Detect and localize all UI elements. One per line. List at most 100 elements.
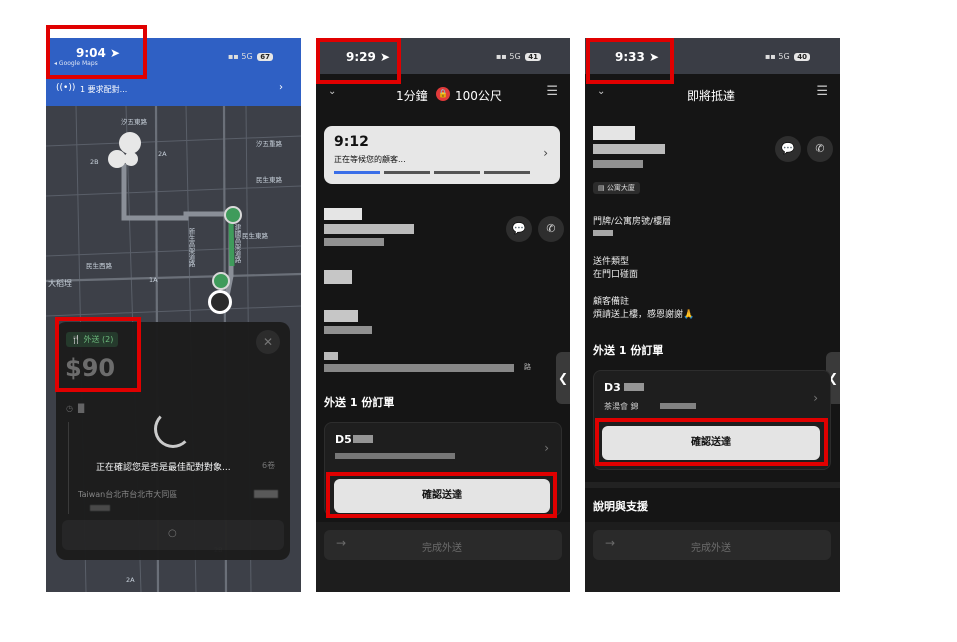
network-label: 5G bbox=[778, 52, 790, 61]
wait-timer-card[interactable]: 9:12 正在等候您的顧客... › bbox=[324, 126, 560, 184]
map-label: 2A bbox=[126, 576, 135, 584]
redacted-text bbox=[324, 352, 338, 360]
map-label: 建國高架道路 bbox=[233, 224, 241, 263]
map-label: 民生西路 bbox=[86, 262, 112, 270]
restaurant-pin-icon[interactable] bbox=[124, 152, 138, 166]
phone-icon[interactable]: ✆ bbox=[538, 216, 564, 242]
building-icon: ▤ bbox=[598, 184, 605, 192]
orders-title: 外送 1 份訂單 bbox=[324, 396, 395, 409]
signal-bars-icon: ▪▪ bbox=[765, 52, 776, 61]
redacted-text bbox=[660, 403, 696, 409]
customer-notes-value: 煩請送上樓，感恩謝謝🙏 bbox=[593, 310, 695, 320]
phone-icon[interactable]: ✆ bbox=[807, 136, 833, 162]
battery-icon: 40 bbox=[794, 53, 810, 61]
collapse-chevron-icon[interactable]: ⌄ bbox=[328, 86, 336, 97]
eta-text: 1分鐘 bbox=[396, 89, 428, 103]
progress-segment bbox=[484, 171, 530, 174]
highlight-box bbox=[595, 418, 828, 466]
side-panel-toggle-icon[interactable]: ❮ bbox=[556, 352, 570, 404]
driver-location-icon bbox=[208, 290, 232, 314]
map-label: 汐五東路 bbox=[121, 118, 147, 126]
complete-delivery-label: 完成外送 bbox=[422, 543, 462, 554]
redacted-text bbox=[593, 160, 643, 168]
redacted-text bbox=[324, 310, 358, 322]
menu-list-icon[interactable]: ☰ bbox=[816, 84, 828, 99]
building-tag-text: 公寓大廈 bbox=[606, 184, 635, 192]
wait-text: 正在等候您的顧客... bbox=[334, 155, 406, 164]
progress-segment bbox=[334, 171, 380, 174]
chat-icon[interactable]: 💬 bbox=[775, 136, 801, 162]
lock-icon: 🔒 bbox=[436, 87, 450, 101]
chat-icon[interactable]: 💬 bbox=[506, 216, 532, 242]
door-info-label: 門牌/公寓房號/樓層 bbox=[593, 217, 672, 227]
map-label: 民生東路 bbox=[256, 176, 282, 184]
chevron-right-icon: › bbox=[813, 391, 818, 405]
map-label: 1A bbox=[149, 276, 158, 284]
highlight-box bbox=[46, 25, 147, 79]
redacted-text bbox=[593, 230, 613, 236]
building-tag: ▤ 公寓大廈 bbox=[593, 182, 640, 194]
trip-time: █ bbox=[78, 404, 85, 413]
wait-time: 9:12 bbox=[334, 134, 369, 150]
chevron-right-icon: › bbox=[279, 82, 283, 93]
battery-icon: 67 bbox=[257, 53, 273, 61]
accept-button[interactable]: ○ bbox=[62, 520, 284, 550]
collapse-chevron-icon[interactable]: ⌄ bbox=[597, 86, 605, 97]
broadcast-icon: ((•)) bbox=[56, 83, 76, 93]
status-indicators: ▪▪ 5G 67 bbox=[228, 52, 273, 61]
redacted-text bbox=[254, 490, 278, 498]
signal-bars-icon: ▪▪ bbox=[228, 52, 239, 61]
arrow-right-icon: → bbox=[336, 536, 347, 550]
map-label: 民生東路 bbox=[242, 232, 268, 240]
redacted-text bbox=[353, 435, 373, 443]
confirming-text: 正在確認您是否是最佳配對對象... bbox=[96, 463, 231, 473]
banner-text: 1 要求配對... bbox=[80, 85, 128, 94]
map-label: 2A bbox=[158, 150, 167, 158]
redacted-text bbox=[324, 270, 352, 284]
complete-delivery-button[interactable]: → 完成外送 bbox=[593, 530, 831, 560]
trip-count: 6卷 bbox=[262, 461, 276, 470]
menu-list-icon[interactable]: ☰ bbox=[546, 84, 558, 99]
complete-delivery-button[interactable]: → 完成外送 bbox=[324, 530, 562, 560]
status-indicators: ▪▪ 5G 41 bbox=[496, 52, 541, 61]
address-tail: 路 bbox=[524, 363, 531, 371]
redacted-text bbox=[90, 505, 110, 511]
clock-icon: ◷ bbox=[66, 404, 73, 413]
highlight-box bbox=[586, 38, 674, 84]
orders-title: 外送 1 份訂單 bbox=[593, 344, 664, 357]
dropoff-type-value: 在門口碰面 bbox=[593, 270, 639, 280]
order-code: D5 bbox=[335, 433, 352, 446]
redacted-text bbox=[624, 383, 644, 391]
pickup-address: Taiwan台北市台北市大同區 bbox=[78, 490, 178, 499]
divider bbox=[585, 482, 840, 488]
chevron-right-icon: › bbox=[543, 146, 548, 160]
signal-bars-icon: ▪▪ bbox=[496, 52, 507, 61]
store-name: 茶湯會 錦 bbox=[604, 402, 639, 411]
restaurant-pin-icon[interactable] bbox=[119, 132, 141, 154]
arrow-right-icon: → bbox=[605, 536, 616, 550]
loading-spinner bbox=[154, 410, 192, 448]
chevron-right-icon: › bbox=[544, 441, 549, 455]
order-code: D3 bbox=[604, 381, 621, 394]
map-label: 2B bbox=[90, 158, 99, 166]
dropoff-pin-icon[interactable] bbox=[224, 206, 242, 224]
redacted-text bbox=[324, 238, 384, 246]
route-line bbox=[68, 422, 69, 514]
complete-delivery-label: 完成外送 bbox=[691, 543, 731, 554]
circle-icon: ○ bbox=[168, 528, 177, 539]
redacted-text bbox=[324, 326, 372, 334]
redacted-text bbox=[335, 453, 455, 459]
map-label: 新生高架道路 bbox=[187, 228, 195, 267]
help-support-title[interactable]: 說明與支援 bbox=[593, 498, 648, 514]
network-label: 5G bbox=[509, 52, 521, 61]
highlight-box bbox=[326, 472, 557, 518]
network-label: 5G bbox=[241, 52, 253, 61]
highlight-box bbox=[55, 317, 141, 392]
close-icon[interactable]: ✕ bbox=[256, 330, 280, 354]
redacted-text bbox=[593, 144, 665, 154]
redacted-address bbox=[324, 364, 514, 372]
dropoff-type-label: 送件類型 bbox=[593, 257, 630, 267]
customer-notes-label: 顧客備註 bbox=[593, 297, 630, 307]
header-title: 即將抵達 bbox=[687, 89, 736, 103]
dropoff-pin-icon[interactable] bbox=[212, 272, 230, 290]
